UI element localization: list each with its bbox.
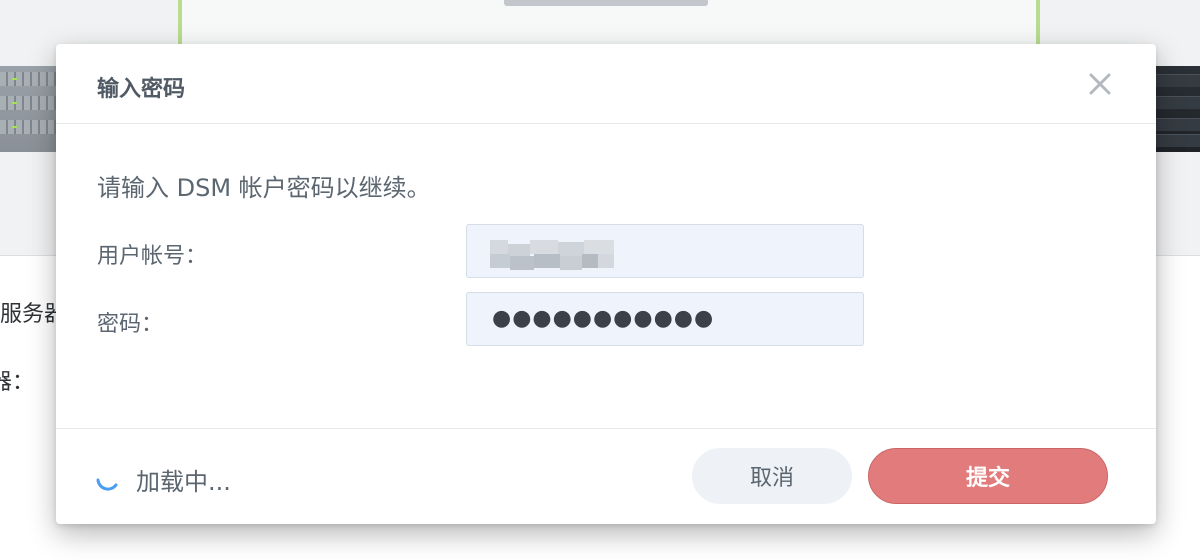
spinner-icon (96, 478, 118, 491)
dialog-instruction: 请输入 DSM 帐户密码以继续。 (97, 174, 431, 202)
password-dialog: 输入密码 请输入 DSM 帐户密码以继续。 用户帐号： 密码： ●●●●●●●●… (56, 44, 1156, 524)
nas-device-image-left (0, 66, 60, 152)
dialog-footer-divider (56, 428, 1156, 429)
background-server-label: 服务器 (0, 302, 56, 327)
username-label: 用户帐号： (97, 244, 208, 269)
close-icon (1089, 73, 1111, 95)
loading-text: 加载中... (136, 468, 231, 496)
dialog-title: 输入密码 (97, 77, 186, 102)
background-card-handle (504, 0, 708, 6)
password-label: 密码： (97, 312, 164, 337)
close-button[interactable] (1084, 68, 1116, 100)
nas-device-image-right (1152, 66, 1200, 152)
cancel-button[interactable]: 取消 (692, 448, 852, 504)
background-server-field-label: 器： (0, 370, 35, 395)
username-value-obscured (490, 240, 614, 270)
password-masked-value: ●●●●●●●●●●● (492, 306, 715, 331)
submit-button[interactable]: 提交 (868, 448, 1108, 504)
dialog-header: 输入密码 (56, 44, 1156, 124)
